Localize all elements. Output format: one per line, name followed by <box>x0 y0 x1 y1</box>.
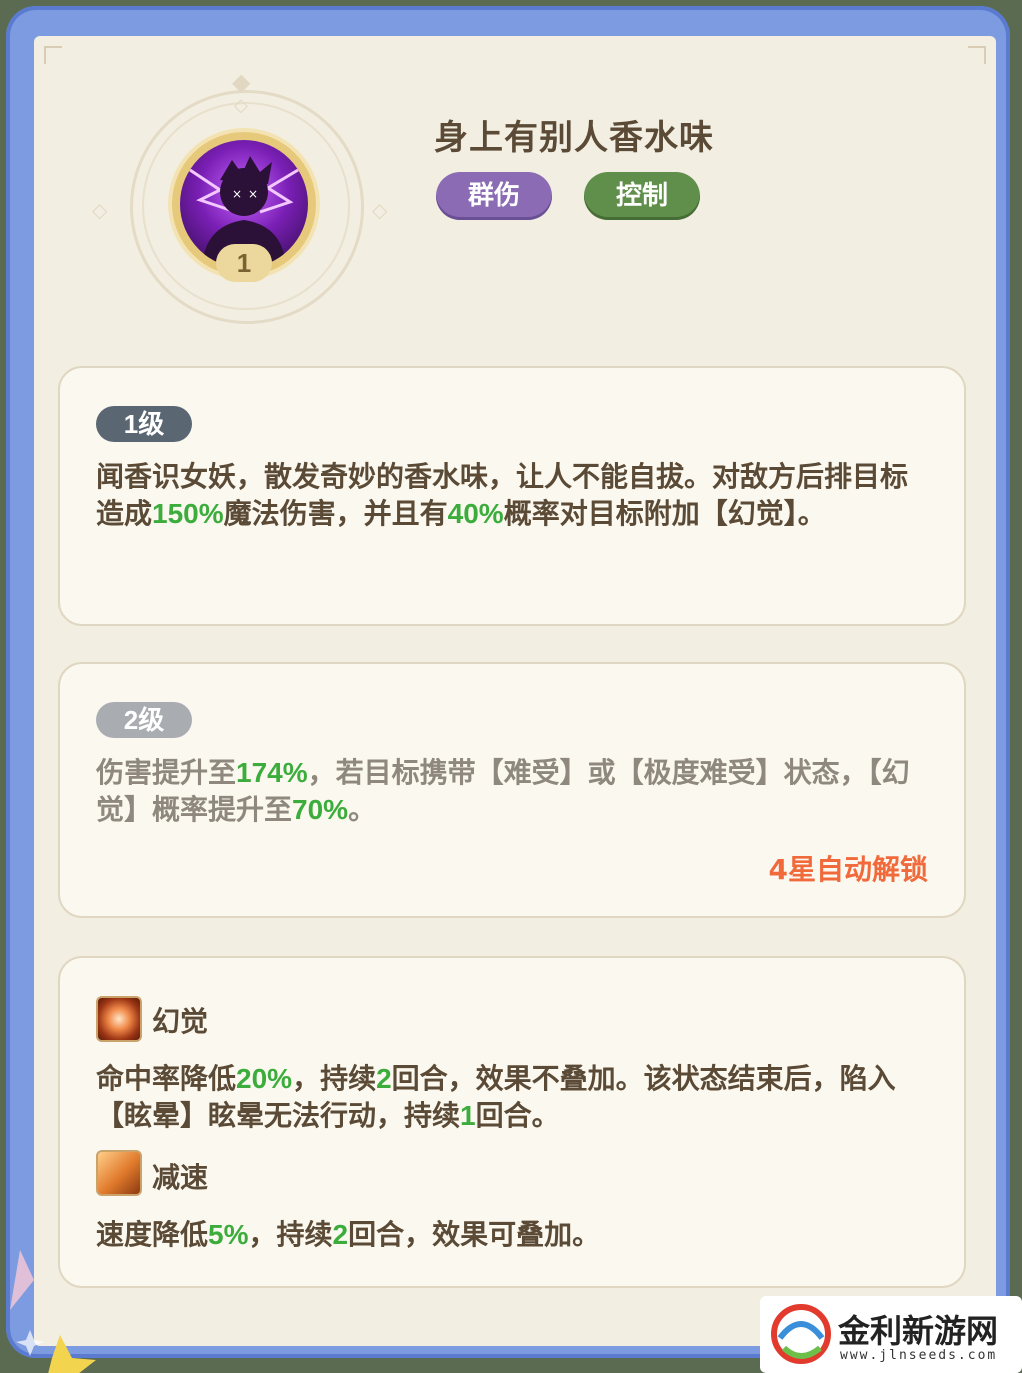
svg-text:×: × <box>248 187 258 201</box>
watermark: 金利新游网 www.jlnseeds.com <box>760 1296 1022 1373</box>
site-logo-icon <box>771 1304 831 1364</box>
status-slow-description: 速度降低5%，持续2回合，效果可叠加。 <box>96 1218 601 1251</box>
watermark-url: www.jlnseeds.com <box>840 1348 998 1363</box>
corner-ornament <box>968 46 986 64</box>
skill-title: 身上有别人香水味 <box>434 118 714 158</box>
level-2-description: 伤害提升至174%，若目标携带【难受】或【极度难受】状态，【幻觉】概率提升至70… <box>96 756 910 826</box>
level-1-description: 闻香识女妖，散发奇妙的香水味，让人不能自拔。对敌方后排目标造成150%魔法伤害，… <box>96 460 909 530</box>
skill-level-badge: 1 <box>216 244 272 282</box>
level-1-card: 1级 闻香识女妖，散发奇妙的香水味，让人不能自拔。对敌方后排目标造成150%魔法… <box>58 366 966 626</box>
illusion-icon <box>96 996 142 1042</box>
level-1-label: 1级 <box>96 406 192 442</box>
status-name-illusion: 幻觉 <box>152 1005 209 1038</box>
watermark-name: 金利新游网 <box>838 1312 999 1350</box>
tag-control: 控制 <box>584 172 700 220</box>
unlock-hint: 4星自动解锁 <box>768 853 928 886</box>
status-illusion-description: 命中率降低20%，持续2回合，效果不叠加。该状态结束后，陷入【眩晕】眩晕无法行动… <box>96 1062 896 1132</box>
diamond-ornament-icon: ◆ <box>232 68 251 96</box>
status-effects-card: 幻觉 命中率降低20%，持续2回合，效果不叠加。该状态结束后，陷入【眩晕】眩晕无… <box>58 956 966 1288</box>
slow-icon <box>96 1150 142 1196</box>
tag-aoe-damage: 群伤 <box>436 172 552 220</box>
diamond-ornament-icon: ◇ <box>92 198 108 222</box>
status-name-slow: 减速 <box>152 1161 209 1194</box>
diamond-ornament-icon: ◇ <box>372 198 388 222</box>
level-2-label: 2级 <box>96 702 192 738</box>
level-2-card: 2级 伤害提升至174%，若目标携带【难受】或【极度难受】状态，【幻觉】概率提升… <box>58 662 966 918</box>
star-decoration-icon <box>10 1250 96 1373</box>
diamond-ornament-icon: ◇ <box>234 95 248 116</box>
svg-text:×: × <box>232 187 242 201</box>
corner-ornament <box>44 46 62 64</box>
